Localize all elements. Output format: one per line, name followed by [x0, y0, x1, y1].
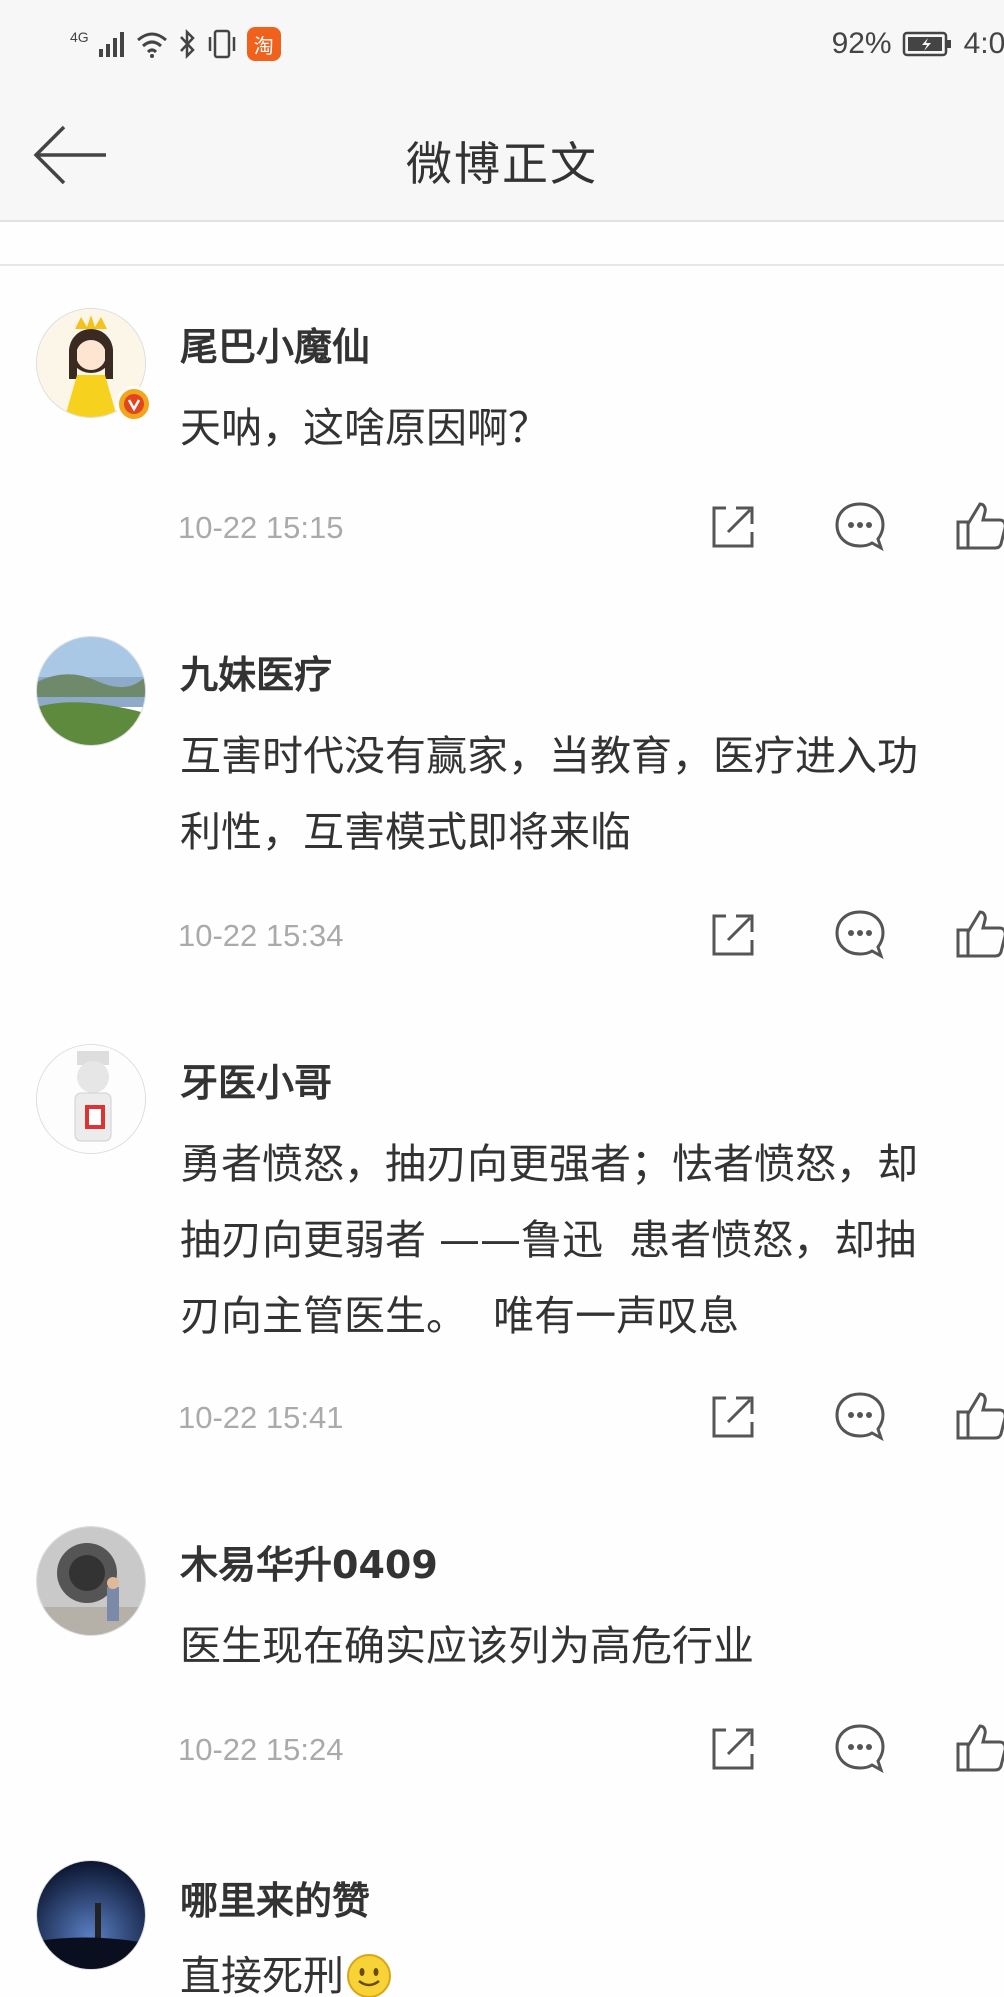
share-button[interactable]	[704, 1388, 760, 1444]
share-icon	[712, 506, 754, 548]
comment-icon	[835, 1392, 885, 1442]
signal-icon	[98, 32, 124, 57]
divider	[0, 222, 1004, 266]
comment-text: 天呐，这啥原因啊？	[180, 404, 549, 452]
share-icon	[712, 1396, 754, 1438]
verified-badge	[116, 386, 152, 422]
page-title: 微博正文	[406, 137, 598, 191]
comment-button[interactable]	[832, 1720, 888, 1776]
avatar-photo-image	[37, 1527, 145, 1635]
avatar[interactable]	[36, 636, 146, 746]
comment-button[interactable]	[832, 906, 888, 962]
share-button[interactable]	[704, 498, 760, 554]
avatar-dentist-image	[37, 1045, 145, 1153]
comment-button[interactable]	[832, 498, 888, 554]
battery-icon	[902, 31, 951, 57]
verified-v-icon	[124, 394, 144, 414]
like-button[interactable]	[954, 498, 1004, 554]
taobao-app-icon: 淘	[246, 27, 281, 61]
user-name[interactable]: 尾巴小魔仙	[180, 316, 370, 371]
comment-button[interactable]	[832, 1388, 888, 1444]
user-name[interactable]: 九妹医疗	[180, 644, 332, 699]
timestamp: 10-22 15:15	[178, 510, 344, 545]
share-button[interactable]	[704, 906, 760, 962]
user-name[interactable]: 哪里来的赞	[180, 1870, 370, 1925]
share-icon	[712, 914, 754, 956]
user-name[interactable]: 牙医小哥	[180, 1052, 332, 1107]
timestamp: 10-22 15:34	[178, 918, 344, 953]
like-button[interactable]	[954, 906, 1004, 962]
comment-item: 木易华升0409 医生现在确实应该列为高危行业 10-22 15:24	[0, 1484, 1004, 1818]
comment-text: 勇者愤怒，抽刃向更强者；怯者愤怒，却 抽刃向更弱者 ——鲁迅 患者愤怒，却抽 刃…	[180, 1140, 918, 1340]
comment-item: 九妹医疗 互害时代没有赢家，当教育，医疗进入功 利性，互害模式即将来临 10-2…	[0, 594, 1004, 1004]
like-icon	[956, 1724, 1004, 1772]
comment-icon	[835, 502, 885, 552]
avatar[interactable]	[36, 1044, 146, 1154]
comment-text: 直接死刑	[180, 1938, 1000, 1997]
avatar[interactable]	[36, 1526, 146, 1636]
header-bar: 微博正文	[0, 90, 1004, 222]
avatar[interactable]	[36, 1860, 146, 1970]
smile-emoji-icon	[347, 1954, 391, 1997]
share-button[interactable]	[704, 1720, 760, 1776]
status-right: 92% 4:00	[832, 22, 1004, 66]
vibrate-icon	[208, 29, 235, 59]
like-icon	[956, 1392, 1004, 1440]
clock: 4:00	[963, 27, 1004, 60]
comment-text: 互害时代没有赢家，当教育，医疗进入功 利性，互害模式即将来临	[180, 732, 918, 856]
comment-item: 牙医小哥 勇者愤怒，抽刃向更强者；怯者愤怒，却 抽刃向更弱者 ——鲁迅 患者愤怒…	[0, 1002, 1004, 1486]
timestamp: 10-22 15:41	[178, 1400, 344, 1435]
comment-item: 哪里来的赞 直接死刑	[0, 1816, 1004, 1997]
app-screen: 4G 淘 92% 4:0 微博正文 尾巴小魔仙 天呐，这啥原因啊？ 10-22 …	[0, 0, 1004, 1997]
bluetooth-icon	[179, 28, 195, 60]
status-left: 4G 淘	[70, 22, 281, 66]
share-icon	[712, 1728, 754, 1770]
network-type: 4G	[70, 29, 89, 45]
battery-percent: 92%	[831, 27, 892, 60]
avatar-landscape-image	[37, 637, 145, 745]
comment-item: 尾巴小魔仙 天呐，这啥原因啊？ 10-22 15:15	[0, 266, 1004, 596]
like-button[interactable]	[954, 1388, 1004, 1444]
timestamp: 10-22 15:24	[178, 1732, 344, 1767]
comment-text: 医生现在确实应该列为高危行业	[180, 1622, 754, 1670]
avatar-night-image	[37, 1861, 145, 1969]
like-button[interactable]	[954, 1720, 1004, 1776]
user-name[interactable]: 木易华升0409	[180, 1534, 438, 1589]
comment-icon	[835, 1724, 885, 1774]
like-icon	[956, 910, 1004, 958]
status-bar: 4G 淘 92% 4:0	[0, 0, 1004, 90]
comment-icon	[835, 910, 885, 960]
wifi-icon	[136, 32, 167, 58]
like-icon	[956, 502, 1004, 550]
